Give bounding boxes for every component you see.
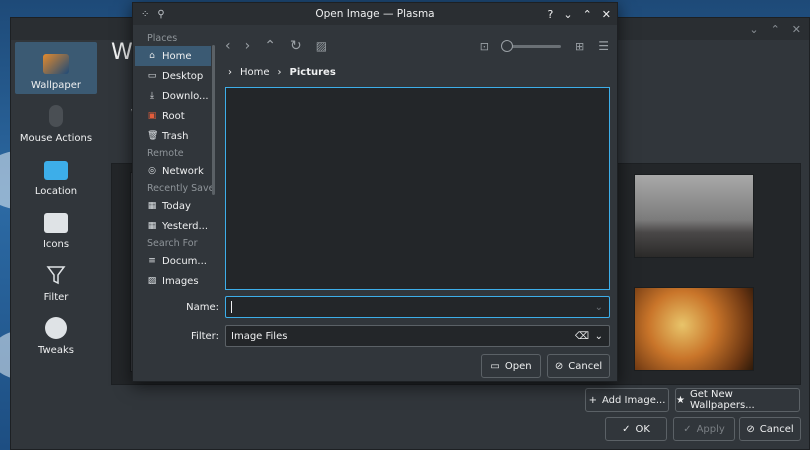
mouse-icon bbox=[49, 105, 63, 127]
check-icon: ✓ bbox=[622, 423, 631, 435]
filter-label: Filter: bbox=[191, 331, 219, 342]
wallpaper-icon bbox=[43, 54, 69, 74]
dialog-title: Open Image — Plasma bbox=[315, 8, 435, 20]
dialog-toolbar: ‹ › ⌃ ↻ ▨ ⊡ ⊞ ☰ bbox=[225, 33, 609, 59]
desktop-icon: ▭ bbox=[147, 71, 157, 81]
text-cursor bbox=[231, 301, 232, 313]
minimize-icon[interactable]: ⌄ bbox=[563, 8, 572, 21]
plus-icon: + bbox=[588, 394, 597, 406]
chevron-right-icon: › bbox=[277, 67, 282, 78]
sidebar-item-icons[interactable]: Icons bbox=[15, 201, 97, 253]
wallpaper-thumbnail-pier[interactable] bbox=[634, 174, 754, 258]
reload-icon[interactable]: ↻ bbox=[290, 38, 302, 54]
zoom-slider-handle[interactable] bbox=[501, 39, 514, 52]
ok-button[interactable]: ✓ OK bbox=[605, 417, 667, 441]
zoom-slider[interactable] bbox=[501, 39, 562, 52]
sidebar-item-label: Location bbox=[34, 186, 78, 197]
sidebar-item-location[interactable]: Location bbox=[15, 148, 97, 200]
sidebar-item-wallpaper[interactable]: Wallpaper bbox=[15, 42, 97, 94]
back-icon[interactable]: ‹ bbox=[225, 38, 231, 54]
places-panel: Places ⌂ Home ▭ Desktop ⤓ Downlo... ▣ Root 🗑… bbox=[135, 31, 215, 293]
calendar-icon: ▦ bbox=[147, 201, 157, 211]
sidebar-item-label: Tweaks bbox=[38, 345, 74, 356]
help-icon[interactable]: ? bbox=[548, 8, 554, 21]
zoom-in-icon[interactable]: ⊞ bbox=[575, 40, 584, 53]
settings-cancel-button[interactable]: ⊘ Cancel bbox=[739, 417, 801, 441]
maximize-icon[interactable]: ⌃ bbox=[583, 8, 592, 21]
folder-open-icon: ▭ bbox=[490, 360, 500, 372]
root-folder-icon: ▣ bbox=[147, 111, 157, 121]
name-label: Name: bbox=[186, 302, 219, 313]
zoom-out-icon[interactable]: ⊡ bbox=[480, 40, 489, 53]
options-icon[interactable]: ☰ bbox=[598, 39, 609, 53]
place-images[interactable]: ▨ Images bbox=[135, 271, 215, 291]
place-documents[interactable]: ≡ Docum... bbox=[135, 251, 215, 271]
preview-icon[interactable]: ▨ bbox=[316, 39, 327, 53]
recent-section-header: Recently Save bbox=[147, 183, 215, 194]
image-icon: ▨ bbox=[147, 276, 157, 286]
place-yesterday[interactable]: ▦ Yesterd... bbox=[135, 216, 215, 236]
place-root[interactable]: ▣ Root bbox=[135, 106, 215, 126]
open-button[interactable]: ▭ Open bbox=[481, 354, 541, 378]
chevron-down-icon[interactable]: ⌄ bbox=[595, 302, 603, 313]
clear-icon[interactable]: ⌫ bbox=[575, 331, 589, 342]
place-network[interactable]: ◎ Network bbox=[135, 161, 215, 181]
sidebar-item-label: Wallpaper bbox=[30, 80, 82, 91]
open-image-dialog: ⁘ ⚲ Open Image — Plasma ? ⌄ ⌃ ✕ Places ⌂… bbox=[132, 2, 618, 382]
filter-icon bbox=[46, 266, 66, 285]
sidebar-item-label: Filter bbox=[43, 292, 69, 303]
forward-icon[interactable]: › bbox=[245, 38, 251, 54]
sidebar-item-mouse-actions[interactable]: Mouse Actions bbox=[15, 95, 97, 147]
chevron-down-icon[interactable]: ⌄ bbox=[595, 331, 603, 342]
cancel-icon: ⊘ bbox=[746, 423, 755, 435]
place-trash[interactable]: 🗑 Trash bbox=[135, 126, 215, 146]
places-section-header: Places bbox=[147, 33, 178, 44]
sidebar-item-tweaks[interactable]: Tweaks bbox=[15, 307, 97, 359]
place-today[interactable]: ▦ Today bbox=[135, 196, 215, 216]
tweaks-icon bbox=[45, 317, 67, 339]
name-field[interactable]: ⌄ bbox=[225, 296, 610, 318]
add-image-button[interactable]: + Add Image... bbox=[585, 388, 669, 412]
get-new-wallpapers-button[interactable]: ★ Get New Wallpapers... bbox=[675, 388, 800, 412]
breadcrumb: › Home › Pictures bbox=[228, 67, 336, 78]
breadcrumb-home[interactable]: Home bbox=[240, 67, 270, 78]
sidebar-item-filter[interactable]: Filter bbox=[15, 254, 97, 306]
cancel-button[interactable]: ⊘ Cancel bbox=[547, 354, 610, 378]
place-downloads[interactable]: ⤓ Downlo... bbox=[135, 86, 215, 106]
remote-section-header: Remote bbox=[147, 148, 184, 159]
titlebar-controls: ? ⌄ ⌃ ✕ bbox=[548, 8, 612, 21]
star-icon: ★ bbox=[676, 394, 685, 406]
up-icon[interactable]: ⌃ bbox=[264, 38, 276, 54]
wallpaper-thumbnail-autumn[interactable] bbox=[634, 287, 754, 371]
close-icon[interactable]: ✕ bbox=[792, 23, 801, 36]
minimize-icon[interactable]: ⌄ bbox=[749, 23, 758, 36]
file-view[interactable] bbox=[225, 87, 610, 290]
document-icon: ≡ bbox=[148, 256, 156, 266]
filter-combo[interactable]: Image Files ⌫ ⌄ bbox=[225, 325, 610, 347]
search-section-header: Search For bbox=[147, 238, 198, 249]
folder-icon bbox=[44, 161, 68, 180]
dialog-titlebar: ⁘ ⚲ Open Image — Plasma ? ⌄ ⌃ ✕ bbox=[133, 3, 617, 25]
breadcrumb-current[interactable]: Pictures bbox=[290, 67, 336, 78]
close-icon[interactable]: ✕ bbox=[602, 8, 611, 21]
calendar-icon: ▦ bbox=[147, 221, 157, 231]
cancel-icon: ⊘ bbox=[554, 360, 564, 372]
apply-button[interactable]: ✓ Apply bbox=[673, 417, 735, 441]
maximize-icon[interactable]: ⌃ bbox=[771, 23, 780, 36]
home-icon: ⌂ bbox=[149, 51, 155, 61]
place-desktop[interactable]: ▭ Desktop bbox=[135, 66, 215, 86]
places-scrollbar[interactable] bbox=[212, 45, 215, 195]
sidebar-item-label: Mouse Actions bbox=[19, 133, 93, 144]
check-icon: ✓ bbox=[683, 423, 692, 435]
chevron-right-icon: › bbox=[228, 67, 232, 78]
icons-icon bbox=[44, 213, 68, 233]
trash-icon: 🗑 bbox=[147, 131, 159, 141]
sidebar-item-label: Icons bbox=[42, 239, 70, 250]
place-home[interactable]: ⌂ Home bbox=[135, 46, 211, 66]
network-icon: ◎ bbox=[148, 166, 156, 176]
settings-sidebar: Wallpaper Mouse Actions Location Icons F… bbox=[15, 42, 101, 412]
download-icon: ⤓ bbox=[150, 91, 154, 101]
